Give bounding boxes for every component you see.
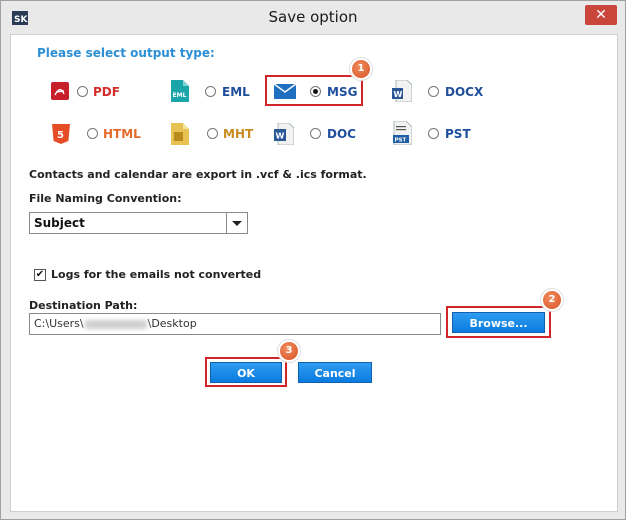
option-label-eml: EML <box>222 85 250 99</box>
envelope-icon <box>274 84 296 99</box>
mht-icon <box>171 123 189 145</box>
option-label-pst: PST <box>445 127 471 141</box>
path-prefix: C:\Users\ <box>34 317 84 330</box>
option-label-doc: DOC <box>327 127 356 141</box>
output-type-prompt: Please select output type: <box>37 46 215 60</box>
html5-icon: 5 <box>52 124 70 144</box>
dialog-content: Please select output type: PDF EML EML M… <box>10 34 618 512</box>
file-naming-value: Subject <box>34 216 85 230</box>
option-label-msg: MSG <box>327 85 358 99</box>
radio-msg[interactable] <box>310 86 321 97</box>
close-button[interactable]: ✕ <box>585 5 617 25</box>
radio-doc[interactable] <box>310 128 321 139</box>
redacted-username <box>84 319 147 329</box>
word-icon: W <box>274 123 294 145</box>
export-format-note: Contacts and calendar are export in .vcf… <box>29 168 367 181</box>
option-label-mht: MHT <box>223 127 254 141</box>
radio-pst[interactable] <box>428 128 439 139</box>
eml-icon: EML <box>171 80 189 102</box>
file-naming-dropdown[interactable]: Subject <box>29 212 248 234</box>
title-bar: SK Save option ✕ <box>1 1 625 34</box>
word-icon: W <box>392 80 412 102</box>
logs-checkbox[interactable]: ✔ <box>34 269 46 281</box>
radio-mht[interactable] <box>207 128 218 139</box>
step-badge-2: 2 <box>541 289 563 311</box>
pdf-icon <box>51 82 69 100</box>
pst-icon: PST <box>393 121 412 145</box>
svg-text:W: W <box>276 132 285 141</box>
svg-text:5: 5 <box>57 130 64 141</box>
chevron-down-icon[interactable] <box>226 213 247 233</box>
radio-html[interactable] <box>87 128 98 139</box>
step-badge-3: 3 <box>278 340 300 362</box>
save-option-dialog: SK Save option ✕ Please select output ty… <box>0 0 626 520</box>
svg-text:W: W <box>394 90 403 99</box>
cancel-button[interactable]: Cancel <box>298 362 372 383</box>
path-suffix: \Desktop <box>147 317 197 330</box>
option-label-docx: DOCX <box>445 85 484 99</box>
radio-docx[interactable] <box>428 86 439 97</box>
destination-path-input[interactable]: C:\Users\ \Desktop <box>29 313 441 335</box>
step-badge-1: 1 <box>350 58 372 80</box>
option-label-html: HTML <box>103 127 141 141</box>
radio-eml[interactable] <box>205 86 216 97</box>
svg-text:EML: EML <box>173 92 187 99</box>
svg-text:PST: PST <box>395 138 407 144</box>
file-naming-label: File Naming Convention: <box>29 192 182 205</box>
logs-checkbox-label: Logs for the emails not converted <box>51 268 262 281</box>
window-title: Save option <box>268 8 358 26</box>
destination-path-label: Destination Path: <box>29 299 138 312</box>
ok-button[interactable]: OK <box>210 362 282 383</box>
browse-button[interactable]: Browse... <box>452 312 545 333</box>
radio-pdf[interactable] <box>77 86 88 97</box>
option-label-pdf: PDF <box>93 85 120 99</box>
